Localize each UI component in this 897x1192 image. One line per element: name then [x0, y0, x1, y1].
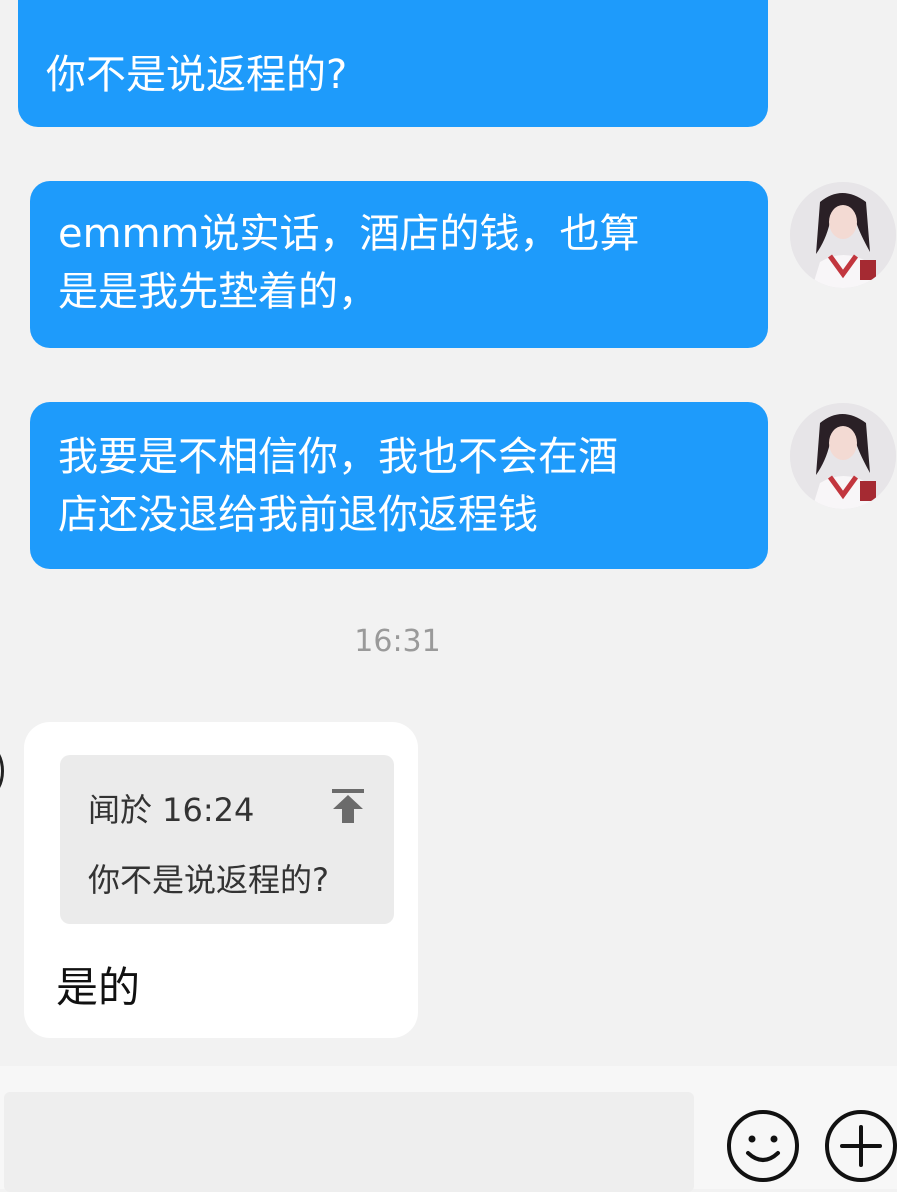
jump-to-top-icon[interactable] — [330, 787, 366, 825]
message-bubble-incoming[interactable]: 闻於 16:24 你不是说返程的? 是的 — [24, 722, 418, 1038]
message-text: 你不是说返程的? — [46, 52, 348, 98]
message-text-line: 店还没退给我前退你返程钱 — [58, 492, 538, 538]
message-text-line: 我要是不相信你，我也不会在酒 — [58, 434, 618, 480]
message-text-line: 是是我先垫着的， — [58, 269, 378, 315]
message-bubble-outgoing[interactable]: emmm说实话，酒店的钱，也算 是是我先垫着的， — [30, 181, 768, 348]
quoted-message[interactable]: 闻於 16:24 你不是说返程的? — [60, 755, 394, 924]
emoji-icon[interactable] — [726, 1109, 800, 1183]
message-text: 是的 — [56, 963, 141, 1012]
message-bubble-outgoing[interactable]: 你不是说返程的? — [18, 0, 768, 127]
message-text-line: emmm说实话，酒店的钱，也算 — [58, 211, 640, 257]
chat-area: 你不是说返程的? emmm说实话，酒店的钱，也算 是是我先垫着的， 我要是不相信… — [0, 0, 897, 1066]
avatar-partial[interactable] — [0, 746, 4, 796]
avatar[interactable] — [790, 403, 896, 509]
plus-icon[interactable] — [824, 1109, 897, 1183]
avatar[interactable] — [790, 182, 896, 288]
quote-header: 闻於 16:24 — [88, 791, 255, 829]
message-timestamp: 16:31 — [354, 624, 441, 659]
input-bar — [0, 1066, 897, 1192]
message-bubble-outgoing[interactable]: 我要是不相信你，我也不会在酒 店还没退给我前退你返程钱 — [30, 402, 768, 569]
message-input[interactable] — [4, 1092, 694, 1192]
quote-text: 你不是说返程的? — [88, 861, 329, 899]
